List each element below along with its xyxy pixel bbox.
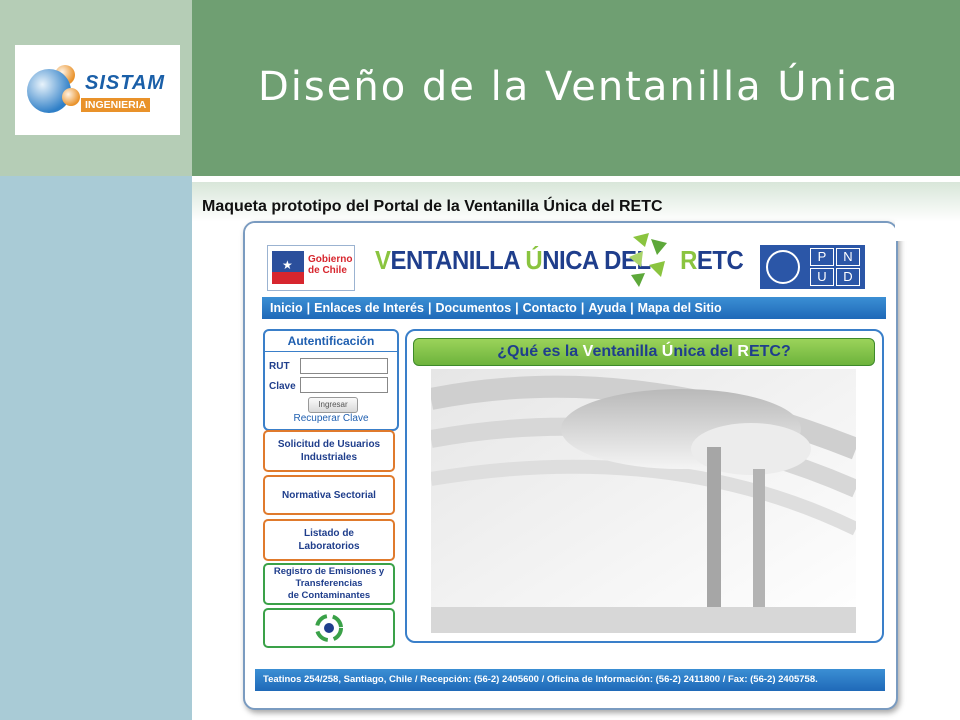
- menu-line: Registro de Emisiones y: [273, 566, 385, 577]
- company-name: SISTAM: [85, 72, 166, 94]
- photo-caption-bar: [431, 607, 856, 633]
- banner-text: entanilla: [592, 343, 662, 360]
- pnud-logo[interactable]: P N U D: [760, 245, 865, 289]
- slide-subtitle: Maqueta prototipo del Portal de la Venta…: [202, 198, 663, 215]
- portal-header: ★ Gobierno de Chile VENTANILLA ÚNICA DEL…: [245, 223, 896, 295]
- gobierno-logo-text: Gobierno de Chile: [308, 254, 352, 276]
- main-content-panel: ¿Qué es la Ventanilla Única del RETC?: [405, 329, 884, 643]
- nav-separator: |: [306, 301, 311, 315]
- menu-listado-laboratorios[interactable]: Listado de Laboratorios: [263, 519, 395, 561]
- nav-item-inicio[interactable]: Inicio: [270, 301, 303, 315]
- menu-line: Normativa Sectorial: [282, 489, 376, 501]
- menu-registro-emisiones[interactable]: Registro de Emisiones y Transferencias de …: [263, 563, 395, 605]
- ingresar-button[interactable]: Ingresar: [308, 397, 358, 413]
- portal-nav-bar: Inicio | Enlaces de Interés | Documentos | Con…: [262, 297, 886, 319]
- nav-separator: |: [427, 301, 432, 315]
- chile-flag-icon: ★: [272, 251, 304, 284]
- company-logo: SISTAM INGENIERIA: [15, 45, 180, 135]
- clave-label: Clave: [269, 381, 296, 392]
- gobierno-line2: de Chile: [308, 265, 347, 276]
- portal-footer: Teatinos 254/258, Santiago, Chile / Rece…: [255, 669, 885, 691]
- un-emblem-icon: [766, 250, 800, 284]
- portal-banner-title: VENTANILLA ÚNICA DEL RETC: [375, 245, 744, 276]
- recycle-arrows-icon: [629, 233, 667, 287]
- pnud-letter: P: [810, 248, 834, 266]
- menu-line: Laboratorios: [298, 541, 360, 552]
- nav-item-ayuda[interactable]: Ayuda: [588, 301, 626, 315]
- menu-line: Industriales: [300, 452, 358, 463]
- menu-line: Solicitud de Usuarios: [277, 439, 381, 450]
- banner-letter-r: R: [680, 245, 697, 275]
- banner-text: ETC?: [748, 343, 791, 360]
- que-es-banner[interactable]: ¿Qué es la Ventanilla Única del RETC?: [413, 338, 875, 366]
- banner-letter-u: Ú: [525, 245, 543, 275]
- nav-separator: |: [580, 301, 585, 315]
- menu-line: Listado de: [303, 528, 354, 539]
- menu-line: Transferencias: [295, 578, 363, 589]
- nav-separator: |: [630, 301, 634, 315]
- banner-word-entanilla: ENTANILLA: [390, 245, 526, 275]
- nav-item-mapa[interactable]: Mapa del Sitio: [638, 301, 722, 315]
- nav-item-documentos[interactable]: Documentos: [435, 301, 511, 315]
- menu-normativa-sectorial[interactable]: Normativa Sectorial: [263, 475, 395, 515]
- auth-divider: [265, 351, 397, 352]
- pnud-letter: D: [836, 268, 860, 286]
- menu-line: de Contaminantes: [287, 590, 371, 601]
- banner-letter: R: [737, 343, 749, 360]
- menu-solicitud-usuarios[interactable]: Solicitud de Usuarios Industriales: [263, 430, 395, 472]
- banner-text: ué es la: [519, 343, 583, 360]
- banner-text: ¿Q: [497, 343, 520, 360]
- auth-panel: Autentificación RUT Clave Ingresar Recup…: [263, 329, 399, 431]
- banner-letter: Ú: [661, 343, 674, 360]
- pnud-letters: P N U D: [810, 248, 860, 286]
- clave-input[interactable]: [300, 377, 388, 393]
- banner-text: nica del: [673, 343, 738, 360]
- pnud-letter: N: [836, 248, 860, 266]
- nav-item-enlaces[interactable]: Enlaces de Interés: [314, 301, 424, 315]
- gobierno-line1: Gobierno: [308, 254, 353, 265]
- menu-retc-logo[interactable]: [263, 608, 395, 648]
- rut-input[interactable]: [300, 358, 388, 374]
- slide-title: Diseño de la Ventanilla Única: [258, 64, 900, 110]
- mockup-edge: [895, 221, 908, 241]
- portal-mockup: ★ Gobierno de Chile VENTANILLA ÚNICA DEL…: [243, 221, 898, 710]
- banner-letter: V: [582, 343, 593, 360]
- industrial-photo: [431, 369, 856, 631]
- pnud-letter: U: [810, 268, 834, 286]
- nav-separator: |: [515, 301, 519, 315]
- rut-label: RUT: [269, 361, 290, 372]
- sphere-logo-icon: [27, 65, 80, 113]
- sidebar-bottom-band: [0, 176, 192, 720]
- banner-letter-v: V: [375, 245, 391, 275]
- nav-item-contacto[interactable]: Contacto: [523, 301, 577, 315]
- company-tagline: INGENIERIA: [81, 98, 151, 112]
- retc-cycle-icon: [315, 614, 343, 642]
- banner-word-etc: ETC: [696, 245, 744, 275]
- auth-title: Autentificación: [287, 334, 375, 348]
- recuperar-clave-link[interactable]: Recuperar Clave: [265, 413, 397, 424]
- gobierno-logo[interactable]: ★ Gobierno de Chile: [267, 245, 355, 291]
